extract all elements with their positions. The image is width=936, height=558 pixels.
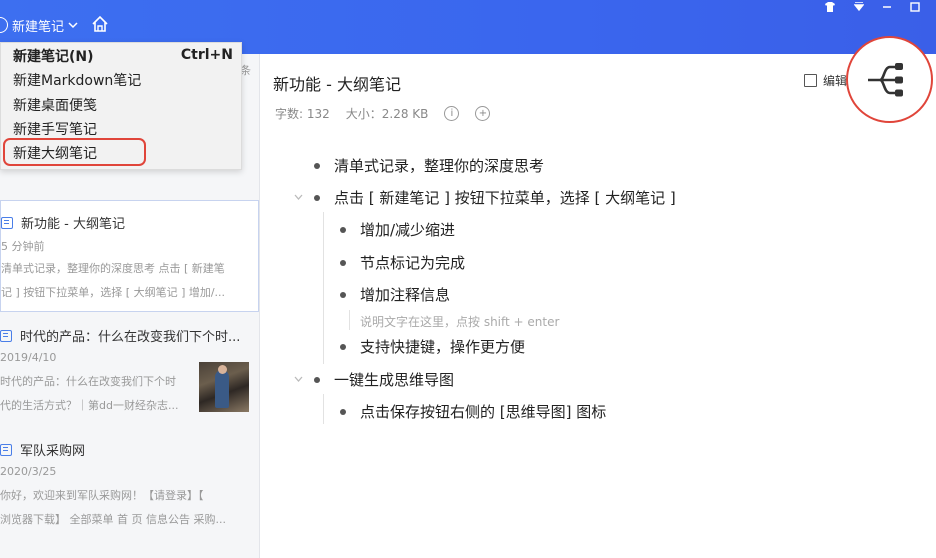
- note-snippet: 记 ] 按钮下拉菜单，选择 [ 大纲笔记 ] 增加/...: [1, 286, 226, 299]
- menu-shortcut: Ctrl+N: [180, 47, 233, 63]
- note-snippet: 时代的产品：什么在改变我们下个时: [0, 375, 176, 388]
- bullet-icon: [340, 226, 346, 233]
- outline-item[interactable]: 一键生成思维导图: [314, 369, 454, 390]
- document-icon: [1, 216, 13, 229]
- info-icon[interactable]: i: [444, 106, 460, 121]
- outline-item[interactable]: 点击保存按钮右侧的 [思维导图] 图标: [340, 401, 606, 422]
- menu-item-new-markdown[interactable]: 新建Markdown笔记: [13, 70, 141, 90]
- word-count: 字数: 132: [275, 107, 330, 121]
- note-snippet: 浏览器下载】 全部菜单 首 页 信息公告 采购...: [0, 513, 226, 526]
- shirt-icon[interactable]: [822, 0, 838, 14]
- menu-item-new-note[interactable]: 新建笔记(N): [13, 46, 94, 66]
- new-note-label: 新建笔记: [12, 19, 65, 35]
- note-meta: 字数: 132 大小：2.28 KB i +: [275, 105, 491, 122]
- outline-item[interactable]: 增加注释信息: [340, 284, 450, 305]
- outline-guide: [323, 394, 324, 424]
- note-thumbnail: [199, 362, 249, 412]
- bullet-icon: [340, 291, 346, 298]
- new-note-button[interactable]: 新建笔记: [0, 14, 78, 36]
- document-icon: [0, 329, 12, 342]
- note-date: 2020/3/25: [0, 465, 57, 478]
- list-item[interactable]: 新功能 - 大纲笔记 5 分钟前 清单式记录，整理你的深度思考 点击 [ 新建笔…: [0, 200, 259, 312]
- bullet-icon: [340, 408, 346, 415]
- note-title: 时代的产品：什么在改变我们下个时...: [0, 326, 240, 345]
- maximize-icon[interactable]: [908, 0, 922, 14]
- outline-item[interactable]: 点击 [ 新建笔记 ] 按钮下拉菜单，选择 [ 大纲笔记 ]: [314, 187, 676, 208]
- note-guide: [349, 310, 350, 330]
- page-title[interactable]: 新功能 - 大纲笔记: [273, 71, 401, 95]
- mindmap-button[interactable]: [846, 36, 933, 123]
- note-title: 军队采购网: [0, 440, 85, 459]
- collapse-caret-icon[interactable]: [294, 192, 303, 203]
- outline-item[interactable]: 增加/减少缩进: [340, 219, 455, 240]
- add-icon[interactable]: +: [475, 106, 491, 121]
- bullet-icon: [314, 376, 320, 383]
- editor-pane: 新功能 - 大纲笔记 字数: 132 大小：2.28 KB i + 编辑 清单式…: [260, 54, 936, 558]
- document-icon: [0, 443, 12, 456]
- outline-guide: [323, 212, 324, 364]
- file-size: 大小：2.28 KB: [345, 107, 429, 121]
- menu-item-new-handwriting[interactable]: 新建手写笔记: [13, 119, 97, 139]
- bullet-icon: [314, 194, 320, 201]
- new-note-dropdown-menu: 新建笔记(N) Ctrl+N 新建Markdown笔记 新建桌面便笺 新建手写笔…: [0, 42, 242, 170]
- outline-note[interactable]: 说明文字在这里，点按 shift + enter: [360, 313, 559, 330]
- home-icon[interactable]: [90, 14, 112, 36]
- bullet-icon: [340, 259, 346, 266]
- note-title: 新功能 - 大纲笔记: [1, 213, 125, 232]
- dropdown-icon[interactable]: [852, 0, 866, 14]
- note-snippet: 代的生活方式？｜第dd一财经杂志...: [0, 399, 179, 412]
- new-note-icon: [0, 17, 8, 33]
- note-date: 2019/4/10: [0, 351, 57, 364]
- collapse-caret-icon[interactable]: [294, 374, 303, 385]
- edit-icon: [804, 74, 817, 87]
- list-item[interactable]: 军队采购网 2020/3/25 你好，欢迎来到军队采购网！【请登录】【 浏览器下…: [0, 428, 259, 540]
- note-date: 5 分钟前: [1, 240, 45, 253]
- note-snippet: 你好，欢迎来到军队采购网！【请登录】【: [0, 489, 204, 502]
- menu-item-new-sticky[interactable]: 新建桌面便笺: [13, 95, 97, 115]
- minimize-icon[interactable]: [880, 0, 894, 14]
- outline-item[interactable]: 清单式记录，整理你的深度思考: [314, 155, 544, 176]
- note-snippet: 清单式记录，整理你的深度思考 点击 [ 新建笔: [1, 262, 225, 275]
- bullet-icon: [314, 162, 320, 169]
- bullet-icon: [340, 343, 346, 350]
- chevron-down-icon: [68, 19, 78, 32]
- mindmap-icon: [868, 63, 903, 97]
- outline-item[interactable]: 节点标记为完成: [340, 252, 465, 273]
- outline-item[interactable]: 支持快捷键，操作更方便: [340, 336, 525, 357]
- edit-button[interactable]: 编辑: [804, 72, 847, 89]
- highlight-annotation: [3, 138, 146, 166]
